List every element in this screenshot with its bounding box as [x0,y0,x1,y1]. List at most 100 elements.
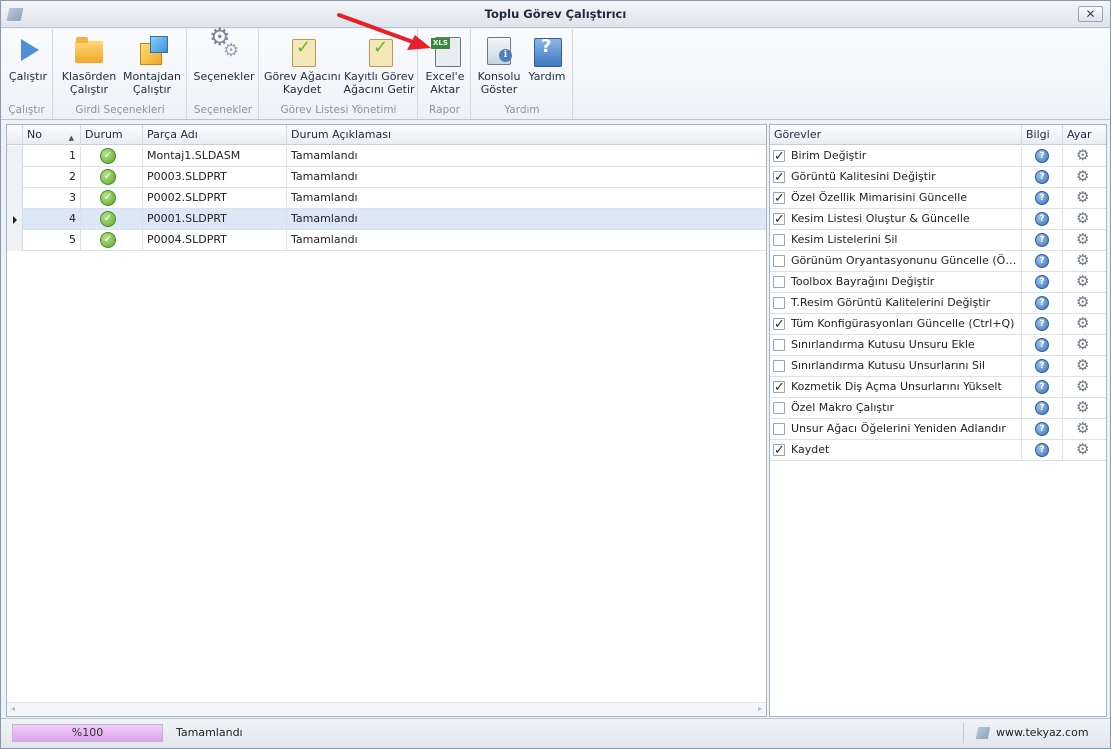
status-bar: %100 Tamamlandı www.tekyaz.com [1,718,1110,748]
task-row[interactable]: Kesim Listelerini Sil? ⚙ [770,230,1106,251]
column-header-status-desc[interactable]: Durum Açıklaması [287,125,767,145]
row-indicator[interactable] [7,167,23,188]
task-checkbox[interactable] [773,339,785,351]
table-row[interactable]: 1 ✓ Montaj1.SLDASM Tamamlandı [7,146,766,167]
table-row[interactable]: 4 ✓ P0001.SLDPRT Tamamlandı [7,209,766,230]
gear-icon[interactable]: ⚙ [1076,166,1089,186]
info-icon[interactable]: ? [1035,275,1049,289]
task-row[interactable]: Kesim Listesi Oluştur & Güncelle? ⚙ [770,209,1106,230]
current-row-arrow-icon [13,216,17,224]
run-from-assembly-button[interactable]: Montajdan Çalıştır [121,33,183,96]
help-button[interactable]: Yardım [526,33,568,83]
task-checkbox[interactable] [773,210,785,230]
gear-icon[interactable]: ⚙ [1076,376,1089,396]
website-link[interactable]: www.tekyaz.com [996,726,1089,739]
task-checkbox[interactable] [773,189,785,209]
task-label: Sınırlandırma Kutusu Unsurlarını Sil [791,359,986,372]
task-checkbox[interactable] [773,297,785,309]
info-icon[interactable]: ? [1035,212,1049,226]
task-row[interactable]: T.Resim Görüntü Kalitelerini Değiştir? ⚙ [770,293,1106,314]
task-row[interactable]: Sınırlandırma Kutusu Unsuru Ekle? ⚙ [770,335,1106,356]
info-icon[interactable]: ? [1035,254,1049,268]
parts-grid-header: No ▲ Durum Parça Adı Durum Açıklaması [7,125,766,145]
task-row[interactable]: Özel Özellik Mimarisini Güncelle? ⚙ [770,188,1106,209]
table-row[interactable]: 2 ✓ P0003.SLDPRT Tamamlandı [7,167,766,188]
info-icon[interactable]: ? [1035,233,1049,247]
task-row[interactable]: Görüntü Kalitesini Değiştir? ⚙ [770,167,1106,188]
close-button[interactable]: ✕ [1078,6,1103,22]
column-header-tasks[interactable]: Görevler [770,125,1022,145]
task-row[interactable]: Tüm Konfigürasyonları Güncelle (Ctrl+Q)?… [770,314,1106,335]
task-row[interactable]: Birim Değiştir? ⚙ [770,146,1106,167]
export-excel-button[interactable]: Excel'e Aktar [422,33,468,96]
gear-icon[interactable]: ⚙ [1076,439,1089,459]
task-checkbox[interactable] [773,234,785,246]
gear-icon[interactable]: ⚙ [1076,229,1089,249]
table-row[interactable]: 3 ✓ P0002.SLDPRT Tamamlandı [7,188,766,209]
info-icon[interactable]: ? [1035,359,1049,373]
task-row[interactable]: Görünüm Oryantasyonunu Güncelle (Ön, Sağ… [770,251,1106,272]
horizontal-scrollbar[interactable]: ◂ ▸ [7,702,766,716]
task-row[interactable]: Toolbox Bayrağını Değiştir? ⚙ [770,272,1106,293]
task-checkbox[interactable] [773,276,785,288]
gear-icon[interactable]: ⚙ [1076,292,1089,312]
gear-icon[interactable]: ⚙ [1076,208,1089,228]
gear-icon[interactable]: ⚙ [1076,187,1089,207]
task-row[interactable]: Unsur Ağacı Öğelerini Yeniden Adlandır? ⚙ [770,419,1106,440]
cell-part-name: Montaj1.SLDASM [143,146,287,167]
column-header-settings[interactable]: Ayar [1063,125,1106,145]
gear-icon[interactable]: ⚙ [1076,145,1089,165]
task-checkbox[interactable] [773,168,785,188]
column-header-info[interactable]: Bilgi [1022,125,1063,145]
info-icon[interactable]: ? [1035,317,1049,331]
task-checkbox[interactable] [773,315,785,335]
gear-icon[interactable]: ⚙ [1076,334,1089,354]
task-row[interactable]: Sınırlandırma Kutusu Unsurlarını Sil? ⚙ [770,356,1106,377]
task-row[interactable]: Kaydet? ⚙ [770,440,1106,461]
row-indicator[interactable] [7,188,23,209]
info-icon[interactable]: ? [1035,170,1049,184]
info-icon[interactable]: ? [1035,401,1049,415]
task-checkbox[interactable] [773,378,785,398]
task-checkbox[interactable] [773,402,785,414]
gear-icon[interactable]: ⚙ [1076,355,1089,375]
gear-icon[interactable]: ⚙ [1076,313,1089,333]
table-row[interactable]: 5 ✓ P0004.SLDPRT Tamamlandı [7,230,766,251]
gear-icon[interactable]: ⚙ [1076,397,1089,417]
scroll-right-icon[interactable]: ▸ [758,704,762,713]
run-from-folder-button[interactable]: Klasörden Çalıştır [59,33,119,96]
column-header-part-name[interactable]: Parça Adı [143,125,287,145]
task-checkbox[interactable] [773,360,785,372]
task-checkbox[interactable] [773,147,785,167]
success-icon: ✓ [100,148,116,164]
task-checkbox[interactable] [773,255,785,267]
column-header-status[interactable]: Durum [81,125,143,145]
info-icon[interactable]: ? [1035,191,1049,205]
save-task-tree-button[interactable]: Görev Ağacını Kaydet [264,33,341,96]
info-icon[interactable]: ? [1035,380,1049,394]
row-indicator[interactable] [7,146,23,167]
info-icon[interactable]: ? [1035,149,1049,163]
run-button[interactable]: Çalıştır [6,33,50,83]
gear-icon[interactable]: ⚙ [1076,418,1089,438]
info-icon[interactable]: ? [1035,443,1049,457]
row-indicator[interactable] [7,209,23,230]
load-task-tree-button[interactable]: Kayıtlı Görev Ağacını Getir [342,33,416,96]
show-console-button[interactable]: Konsolu Göster [476,33,522,96]
cell-no: 2 [23,167,81,188]
row-indicator[interactable] [7,230,23,251]
task-row[interactable]: Kozmetik Diş Açma Unsurlarını Yükselt? ⚙ [770,377,1106,398]
task-checkbox[interactable] [773,441,785,461]
info-icon[interactable]: ? [1035,422,1049,436]
info-icon[interactable]: ? [1035,296,1049,310]
task-row[interactable]: Özel Makro Çalıştır? ⚙ [770,398,1106,419]
clipboard-check-icon [363,33,395,67]
cell-status-desc: Tamamlandı [291,191,358,204]
column-header-no[interactable]: No ▲ [23,125,81,145]
options-button[interactable]: Seçenekler [192,31,256,83]
scroll-left-icon[interactable]: ◂ [11,704,15,713]
gear-icon[interactable]: ⚙ [1076,271,1089,291]
gear-icon[interactable]: ⚙ [1076,250,1089,270]
task-checkbox[interactable] [773,423,785,435]
info-icon[interactable]: ? [1035,338,1049,352]
